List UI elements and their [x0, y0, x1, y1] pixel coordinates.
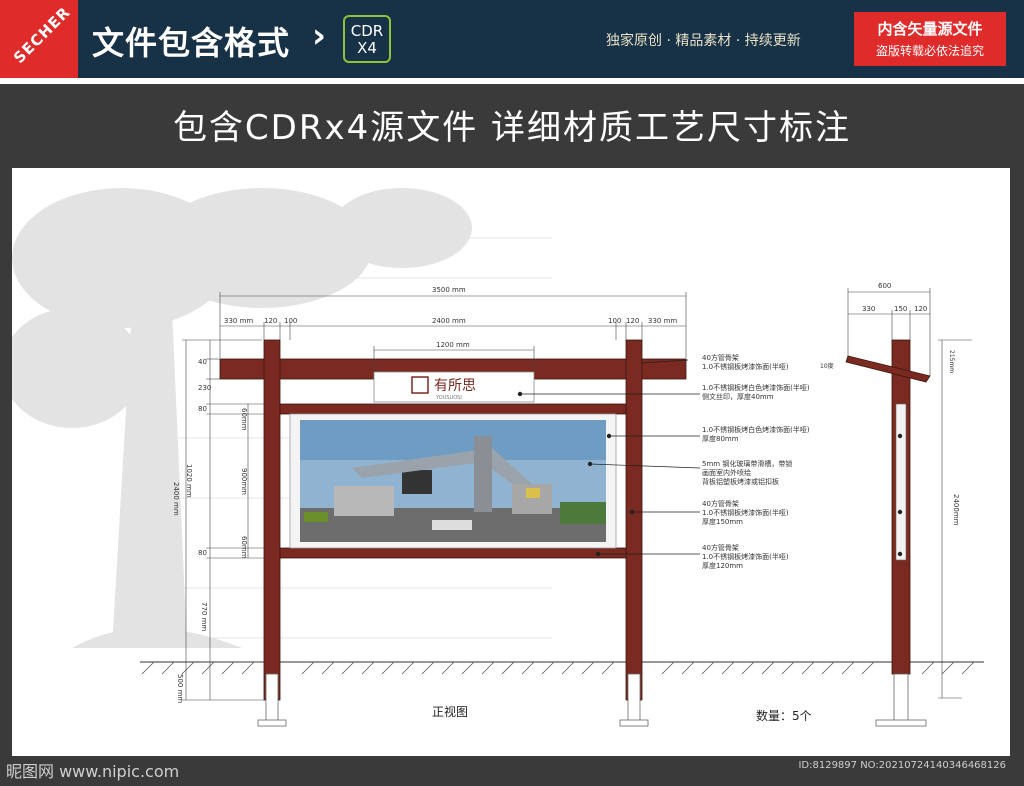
dim-seg-6: 120 [626, 317, 639, 325]
dim-logo-width: 1200 mm [436, 341, 470, 349]
note-12: 厚度150mm [702, 517, 743, 526]
notice-line1: 内含矢量源文件 [877, 20, 983, 38]
dim-inner-3: 60mm [240, 536, 248, 559]
note-3: 1.0不锈钢板烤白色烤漆饰面(半哑) [702, 383, 810, 392]
header-title: 文件包含格式 [92, 24, 291, 62]
notice-line2: 盗版转载必依法追究 [875, 44, 984, 58]
dim-inner-1: 60mm [240, 408, 248, 431]
footer-watermark: 昵图网 www.nipic.com [6, 762, 180, 781]
side-footing [893, 673, 909, 725]
side-dim-seg-3: 120 [914, 305, 927, 313]
side-dim-top: 215mm [948, 350, 955, 373]
note-9: 背板铝塑板烤漆或铝扣板 [702, 477, 779, 486]
material-notes: 40方管骨架 1.0不锈钢板烤漆饰面(半哑) 1.0不锈钢板烤白色烤漆饰面(半哑… [702, 353, 810, 570]
chevron-right-icon: › [312, 16, 327, 56]
side-footing-base [875, 719, 927, 727]
dim-seg-4: 2400 mm [432, 317, 466, 325]
note-14: 1.0不锈钢板烤漆饰面(半哑) [702, 552, 789, 561]
note-1: 40方管骨架 [702, 353, 739, 362]
dim-seg-2: 120 [264, 317, 277, 325]
dim-left-total: 2400 mm [172, 482, 180, 516]
logo-text: 有所思 [434, 378, 476, 394]
dim-seg-5: 100 [608, 317, 621, 325]
note-6: 厚度80mm [702, 434, 739, 443]
side-dim-total: 2400mm [952, 494, 960, 526]
upper-frame-bar [279, 403, 627, 415]
format-badge-line2: X4 [357, 39, 377, 57]
header-divider [0, 78, 1024, 84]
note-7: 5mm 钢化玻璃带滑槽，带锁 [702, 459, 792, 468]
display-photo [300, 420, 606, 542]
note-10: 40方管骨架 [702, 499, 739, 508]
side-dim-angle: 10度 [820, 362, 834, 370]
right-footing [627, 673, 641, 725]
left-footing [265, 673, 279, 725]
format-badge: CDR X4 [343, 15, 391, 63]
note-15: 厚度120mm [702, 561, 743, 570]
drawing-canvas: 有所思 YOUSUOSI 3500 mm 330 mm 120 100 2400… [12, 168, 1010, 756]
dim-inner-2: 900mm [240, 468, 248, 495]
quantity-label: 数量：5个 [756, 708, 812, 723]
page-headline: 包含CDRx4源文件 详细材质工艺尺寸标注 [172, 108, 852, 148]
right-footing-base [619, 719, 649, 727]
view-caption: 正视图 [432, 704, 468, 719]
dim-seg-7: 330 mm [648, 317, 677, 325]
dim-left-4: 1020 mm [185, 464, 193, 498]
side-dim-seg-2: 150 [894, 305, 907, 313]
dim-left-7: 500 mm [176, 674, 184, 703]
dim-seg-1: 330 mm [224, 317, 253, 325]
dim-left-2: 230 [198, 384, 211, 392]
note-11: 1.0不锈钢板烤漆饰面(半哑) [702, 508, 789, 517]
header-slogan: 独家原创 · 精品素材 · 持续更新 [606, 33, 801, 49]
side-top-beam [845, 355, 931, 383]
note-8: 画面室内外喷绘 [702, 468, 751, 477]
brand-ribbon-text: SECHER [10, 3, 74, 67]
format-badge-line1: CDR [350, 22, 384, 40]
dim-left-1: 40 [198, 358, 207, 366]
dim-left-5: 80 [198, 549, 207, 557]
dim-seg-3: 100 [284, 317, 297, 325]
lower-frame-bar [279, 547, 627, 559]
note-13: 40方管骨架 [702, 543, 739, 552]
dim-left-6: 770 mm [200, 602, 208, 631]
cad-drawing: 有所思 YOUSUOSI 3500 mm 330 mm 120 100 2400… [12, 188, 984, 727]
side-view [845, 339, 931, 727]
note-4: 侧文丝印，厚度40mm [702, 392, 774, 401]
header-bar: SECHER 文件包含格式 › CDR X4 独家原创 · 精品素材 · 持续更… [0, 0, 1024, 78]
footer-id: ID:8129897 NO:20210724140346468126 [798, 760, 1006, 771]
brand-ribbon: SECHER [0, 0, 78, 78]
note-5: 1.0不锈钢板烤白色烤漆饰面(半哑) [702, 425, 810, 434]
dim-overall-width: 3500 mm [432, 286, 466, 294]
side-dim-width: 600 [878, 282, 891, 290]
copyright-notice: 内含矢量源文件 盗版转载必依法追究 [854, 12, 1006, 66]
dim-left-3: 80 [198, 405, 207, 413]
left-footing-base [257, 719, 287, 727]
left-post [263, 339, 281, 701]
side-dim-seg-1: 330 [862, 305, 875, 313]
logo-subtext: YOUSUOSI [435, 395, 462, 401]
note-2: 1.0不锈钢板烤漆饰面(半哑) [702, 362, 789, 371]
side-panel [895, 403, 907, 561]
